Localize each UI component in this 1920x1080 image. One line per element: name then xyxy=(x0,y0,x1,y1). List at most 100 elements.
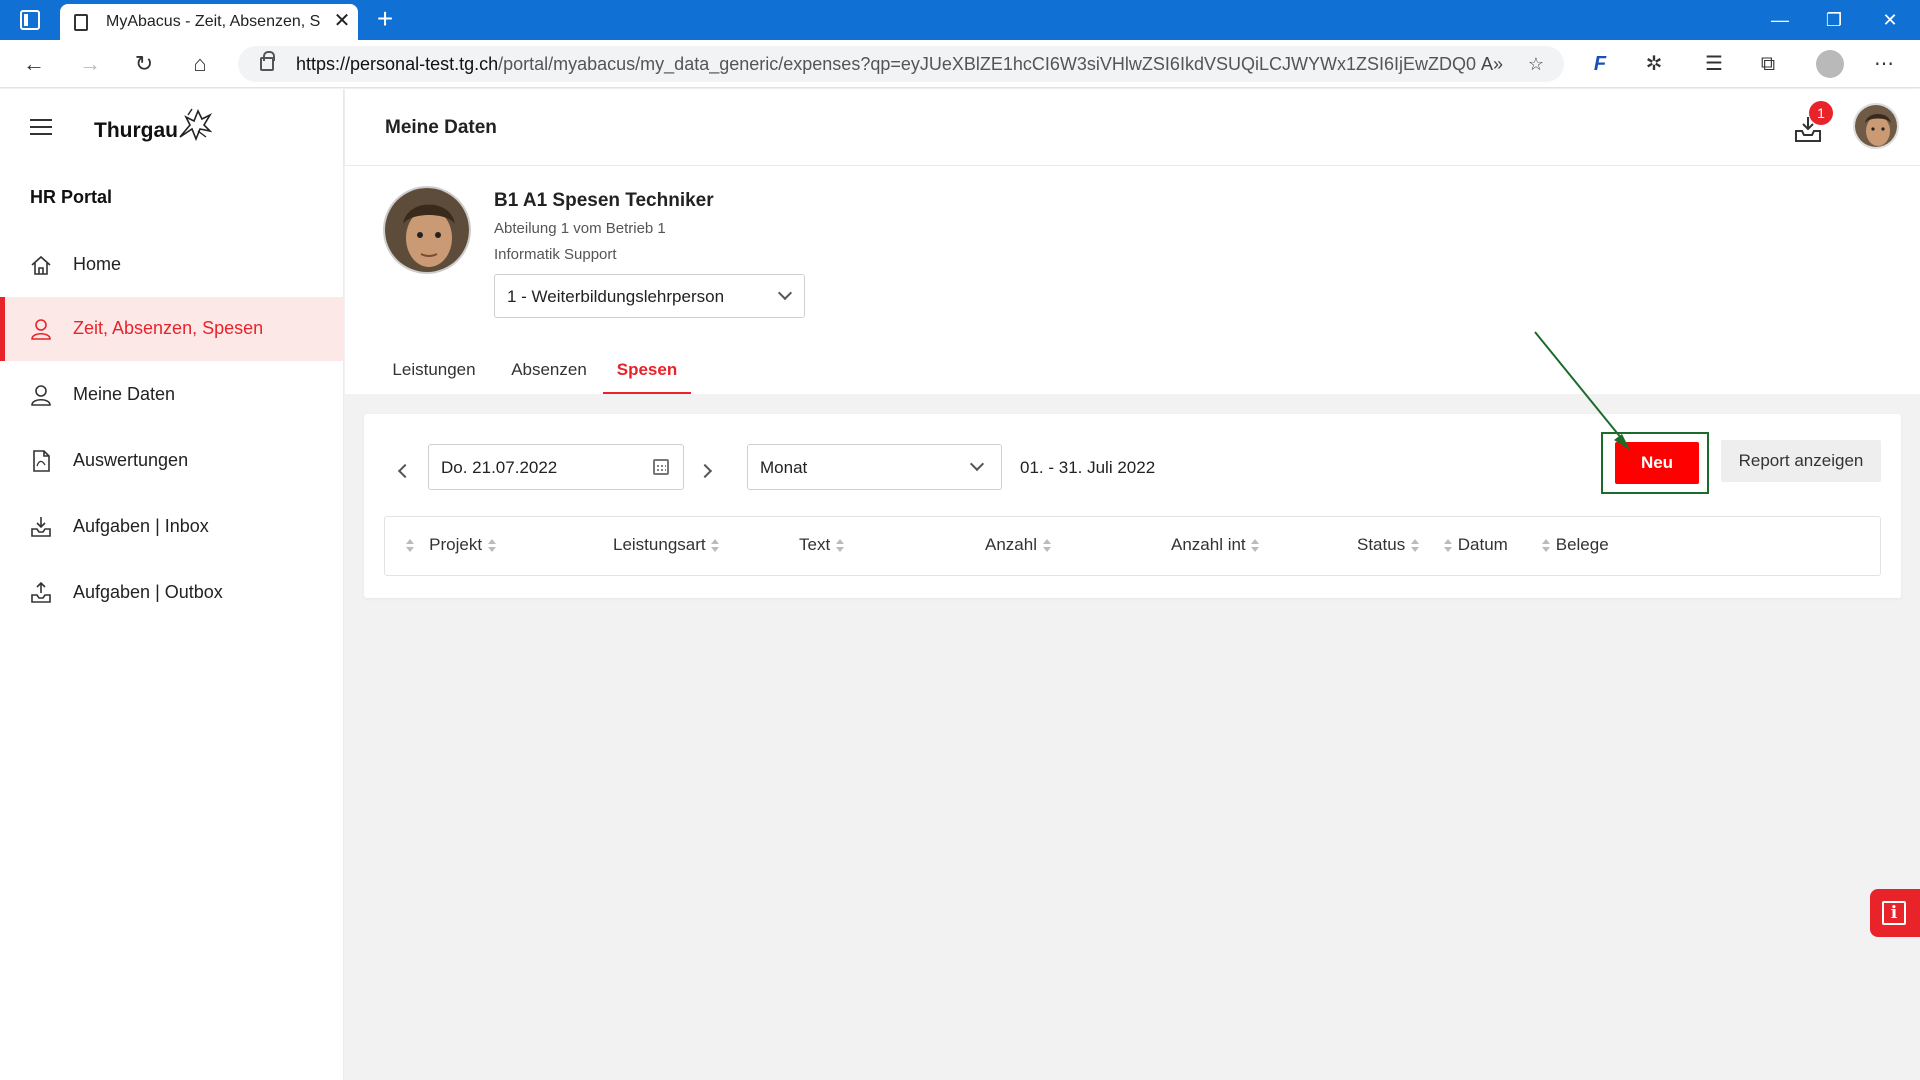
period-select-value: Monat xyxy=(760,458,808,477)
forward-icon[interactable]: → xyxy=(74,48,106,80)
browser-tab[interactable]: MyAbacus - Zeit, Absenzen, Spesen ✕ xyxy=(60,4,358,40)
new-tab-button[interactable]: + xyxy=(370,4,400,34)
sort-icon xyxy=(835,538,845,554)
home-icon[interactable]: ⌂ xyxy=(184,48,216,80)
employee-department: Abteilung 1 vom Betrieb 1 xyxy=(494,220,666,237)
favorites-icon[interactable]: ☰ xyxy=(1698,48,1730,80)
maximize-button[interactable]: ❐ xyxy=(1816,4,1852,36)
contract-select-value: 1 - Weiterbildungslehrperson xyxy=(507,287,725,306)
column-header-status[interactable]: Status xyxy=(1357,535,1420,555)
info-button[interactable]: i xyxy=(1870,889,1920,937)
sort-icon xyxy=(405,538,415,554)
more-options-icon[interactable]: ⋯ xyxy=(1868,48,1900,80)
outbox-icon xyxy=(31,582,51,603)
sort-icon xyxy=(1443,538,1453,554)
column-header-projekt[interactable]: Projekt xyxy=(405,535,497,555)
column-header-anzahl[interactable]: Anzahl xyxy=(985,535,1052,555)
profile-photo xyxy=(383,186,471,274)
extension-f-icon[interactable]: F xyxy=(1584,48,1616,80)
sort-icon xyxy=(1410,538,1420,554)
home-icon xyxy=(31,255,51,275)
column-header-anzahl-int[interactable]: Anzahl int xyxy=(1171,535,1260,555)
sort-icon xyxy=(710,538,720,554)
sort-icon xyxy=(487,538,497,554)
close-window-button[interactable]: ✕ xyxy=(1872,4,1908,36)
tab-close-icon[interactable]: ✕ xyxy=(330,9,354,33)
notification-badge: 1 xyxy=(1809,101,1833,125)
user-icon xyxy=(31,319,51,340)
portal-title: HR Portal xyxy=(30,187,113,207)
sidebar-item-auswertungen[interactable]: Auswertungen xyxy=(0,429,344,493)
reload-icon[interactable]: ↻ xyxy=(128,48,160,80)
sidebar-item-label: Aufgaben | Outbox xyxy=(73,582,223,602)
tab-leistungen[interactable]: Leistungen xyxy=(381,352,487,394)
employee-unit: Informatik Support xyxy=(494,246,617,263)
inbox-icon xyxy=(31,517,51,537)
url-text[interactable]: https://personal-test.tg.ch/portal/myaba… xyxy=(296,54,1476,75)
page-icon xyxy=(74,14,88,31)
calendar-icon[interactable] xyxy=(653,459,669,475)
next-period-button[interactable] xyxy=(694,456,718,486)
expenses-card: Do. 21.07.2022 Monat 01. - 31. Juli 2022… xyxy=(364,414,1901,598)
period-select[interactable]: Monat xyxy=(747,444,1002,490)
sort-icon xyxy=(1042,538,1052,554)
hamburger-menu-icon[interactable] xyxy=(30,119,52,135)
contract-select[interactable]: 1 - Weiterbildungslehrperson xyxy=(494,274,805,318)
tab-absenzen[interactable]: Absenzen xyxy=(499,352,599,394)
chevron-down-icon xyxy=(777,285,793,301)
sidebar-item-meine-daten[interactable]: Meine Daten xyxy=(0,363,344,427)
new-expense-button[interactable]: Neu xyxy=(1615,442,1699,484)
sort-icon xyxy=(1250,538,1260,554)
chevron-right-icon xyxy=(697,463,713,479)
column-header-datum[interactable]: Datum xyxy=(1443,535,1508,555)
sidebar-item-aufgaben-inbox[interactable]: Aufgaben | Inbox xyxy=(0,495,344,559)
back-icon[interactable]: ← xyxy=(18,48,50,80)
window-menu-icon[interactable] xyxy=(20,10,40,30)
column-header-leistungsart[interactable]: Leistungsart xyxy=(613,535,720,555)
browser-profile-icon[interactable] xyxy=(1816,50,1844,78)
date-input-value: Do. 21.07.2022 xyxy=(441,458,558,477)
previous-period-button[interactable] xyxy=(394,456,418,486)
avatar-image xyxy=(1855,105,1897,147)
thurgau-lion-logo-icon xyxy=(179,108,212,141)
address-bar[interactable]: https://personal-test.tg.ch/portal/myaba… xyxy=(238,46,1564,82)
tab-spesen[interactable]: Spesen xyxy=(603,352,691,394)
sidebar-item-label: Home xyxy=(73,254,122,274)
sidebar-item-aufgaben-outbox[interactable]: Aufgaben | Outbox xyxy=(0,561,344,625)
collections-icon[interactable]: ⧉ xyxy=(1752,48,1784,80)
minimize-button[interactable]: — xyxy=(1762,4,1798,36)
column-header-text[interactable]: Text xyxy=(799,535,845,555)
sidebar-item-home[interactable]: Home xyxy=(0,233,344,297)
sidebar-item-label: Auswertungen xyxy=(73,450,189,470)
expenses-table-header: Projekt Leistungsart Text Anzahl Anzahl … xyxy=(384,516,1881,576)
profile-photo-image xyxy=(385,188,469,272)
chevron-down-icon xyxy=(969,456,985,472)
column-header-belege[interactable]: Belege xyxy=(1541,535,1609,555)
lock-icon[interactable] xyxy=(260,51,275,71)
info-icon: i xyxy=(1882,901,1906,925)
tab-bar: Leistungen Absenzen Spesen xyxy=(345,352,1920,394)
sidebar: Thurgau HR Portal Home Zeit, Absenzen, S… xyxy=(0,89,344,1080)
browser-titlebar: MyAbacus - Zeit, Absenzen, Spesen ✕ + — … xyxy=(0,0,1920,40)
add-favorite-icon[interactable]: ☆ xyxy=(1524,52,1548,76)
pdf-document-icon xyxy=(33,450,50,472)
sidebar-item-label: Meine Daten xyxy=(73,384,176,404)
extensions-icon[interactable]: ✲ xyxy=(1638,48,1670,80)
employee-name: B1 A1 Spesen Techniker xyxy=(494,190,714,211)
user-icon xyxy=(31,385,51,406)
show-report-button[interactable]: Report anzeigen xyxy=(1721,440,1881,482)
period-range: 01. - 31. Juli 2022 xyxy=(1020,458,1156,477)
read-aloud-icon[interactable]: A» xyxy=(1480,52,1504,76)
browser-toolbar: ← → ↻ ⌂ https://personal-test.tg.ch/port… xyxy=(0,40,1920,88)
logo-text: Thurgau xyxy=(94,119,178,142)
page-title: Meine Daten xyxy=(385,117,497,138)
sidebar-item-zeit-absenzen-spesen[interactable]: Zeit, Absenzen, Spesen xyxy=(0,297,344,361)
tab-title: MyAbacus - Zeit, Absenzen, Spesen xyxy=(106,13,320,30)
sidebar-item-label: Zeit, Absenzen, Spesen xyxy=(73,318,264,338)
chevron-left-icon xyxy=(397,463,413,479)
date-input[interactable]: Do. 21.07.2022 xyxy=(428,444,684,490)
main-header: Meine Daten 1 xyxy=(345,89,1920,165)
user-avatar[interactable] xyxy=(1853,103,1899,149)
profile-card: B1 A1 Spesen Techniker Abteilung 1 vom B… xyxy=(345,166,1920,394)
sort-icon xyxy=(1541,538,1551,554)
